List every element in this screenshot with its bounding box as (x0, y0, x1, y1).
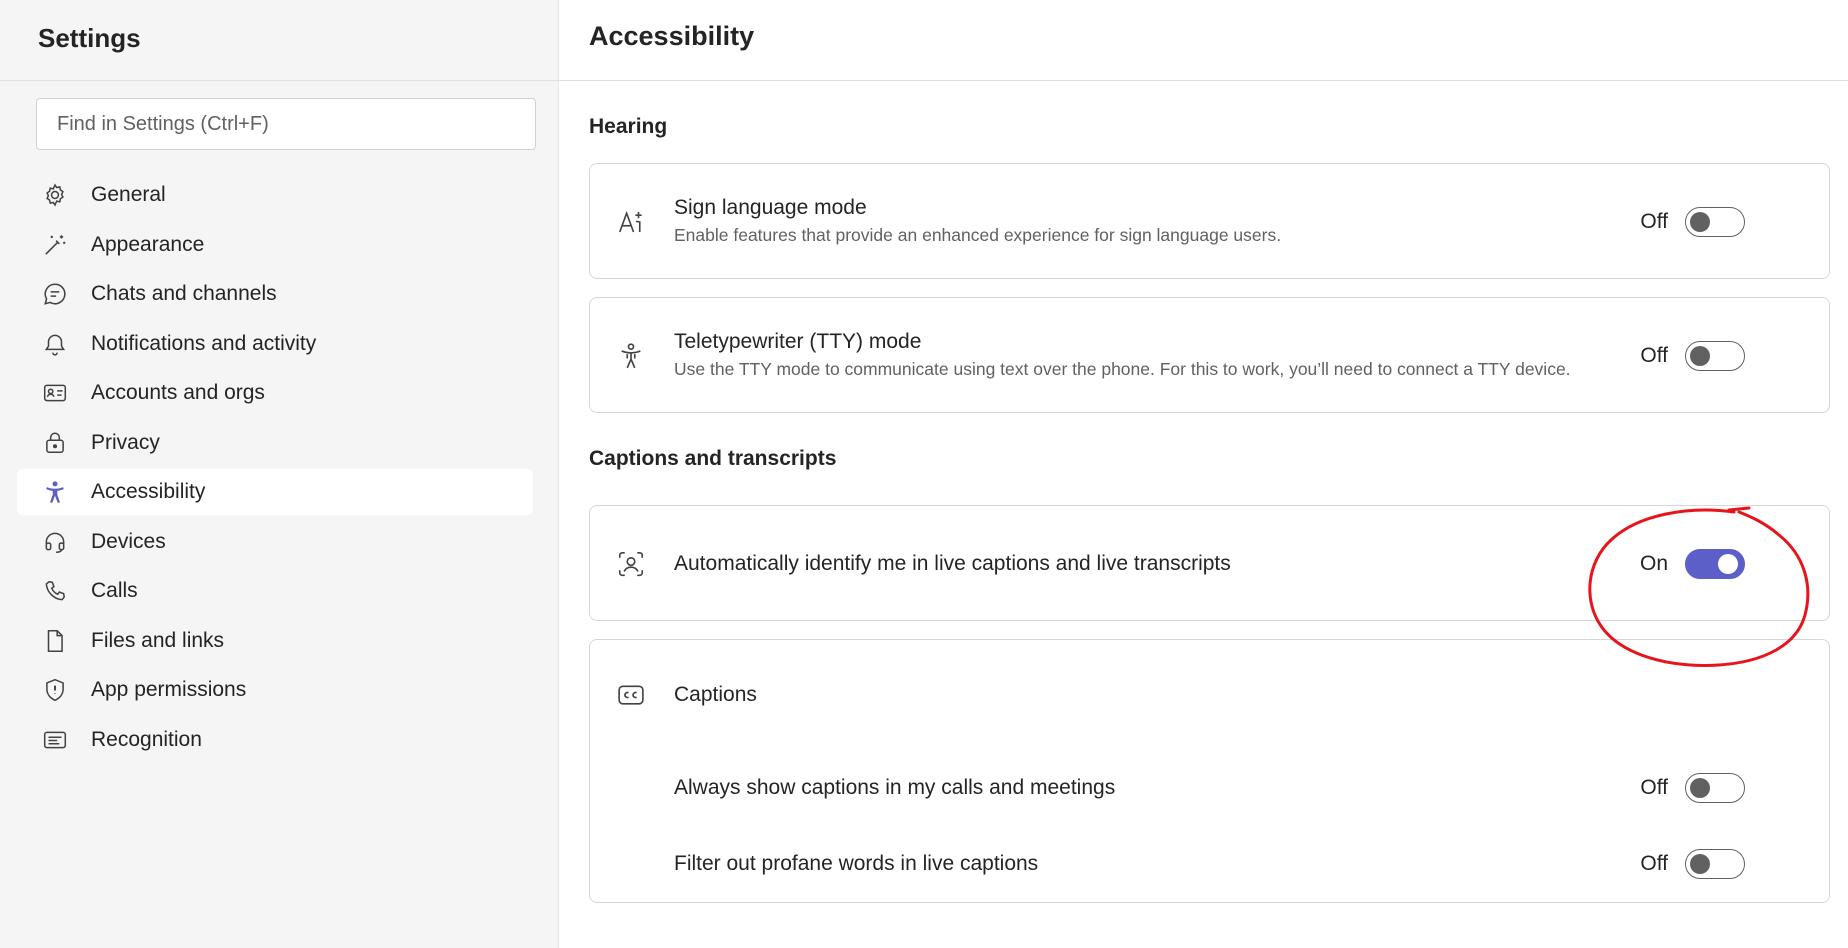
always-show-captions-title: Always show captions in my calls and mee… (674, 776, 1116, 799)
page-title: Accessibility (589, 20, 755, 51)
settings-sidebar: Settings General Appearance (0, 0, 559, 948)
filter-profane-toggle-group: Off (1638, 849, 1745, 879)
sidebar-item-appearance[interactable]: Appearance (17, 222, 533, 268)
toggle-knob (1690, 853, 1710, 874)
filter-profane-text: Filter out profane words in live caption… (674, 852, 1038, 876)
sidebar-item-label: Recognition (91, 727, 202, 751)
tty-mode-row: Teletypewriter (TTY) mode Use the TTY mo… (590, 298, 1829, 414)
search-container (0, 81, 558, 150)
accessibility-icon (42, 479, 68, 505)
sign-language-toggle-group: Off (1638, 207, 1745, 237)
settings-nav: General Appearance Chats and channels No… (0, 172, 558, 763)
auto-identify-title: Automatically identify me in live captio… (674, 552, 1231, 575)
search-input[interactable] (36, 98, 536, 150)
captions-text: Captions (674, 683, 757, 707)
always-show-captions-toggle[interactable] (1685, 773, 1745, 803)
magic-wand-icon (42, 232, 68, 258)
sidebar-item-accessibility[interactable]: Accessibility (17, 469, 533, 515)
sign-language-toggle[interactable] (1685, 207, 1745, 237)
sign-language-icon (616, 207, 646, 237)
always-show-captions-toggle-group: Off (1638, 773, 1745, 803)
closed-captions-icon (616, 680, 646, 710)
sign-language-card: Sign language mode Enable features that … (589, 163, 1830, 279)
tty-mode-title: Teletypewriter (TTY) mode (674, 330, 922, 353)
section-heading-hearing: Hearing (589, 115, 668, 138)
sidebar-item-label: Appearance (91, 232, 205, 256)
text-box-icon (42, 727, 68, 753)
tty-mode-toggle[interactable] (1685, 341, 1745, 371)
toggle-knob (1690, 777, 1710, 798)
captions-title: Captions (674, 683, 757, 706)
sidebar-item-label: App permissions (91, 678, 247, 701)
sidebar-item-recognition[interactable]: Recognition (17, 717, 533, 763)
filter-profane-toggle[interactable] (1685, 849, 1745, 879)
auto-identify-toggle[interactable] (1685, 549, 1745, 579)
shield-icon (42, 677, 68, 703)
tty-mode-description: Use the TTY mode to communicate using te… (674, 359, 1571, 379)
settings-content: Accessibility Hearing Sign language mode… (559, 0, 1848, 948)
document-icon (42, 628, 68, 654)
sign-language-description: Enable features that provide an enhanced… (674, 225, 1282, 245)
main-header: Accessibility (559, 0, 1848, 81)
sidebar-item-label: Calls (91, 579, 138, 602)
sidebar-item-label: Privacy (91, 430, 160, 454)
tty-mode-text: Teletypewriter (TTY) mode Use the TTY mo… (674, 330, 1571, 380)
tty-mode-toggle-group: Off (1638, 341, 1745, 371)
sidebar-item-label: Devices (91, 529, 166, 553)
toggle-state-label: Off (1640, 776, 1668, 799)
sidebar-item-accounts-and-orgs[interactable]: Accounts and orgs (17, 370, 533, 416)
sidebar-header: Settings (0, 0, 558, 81)
filter-profane-title: Filter out profane words in live caption… (674, 852, 1039, 875)
sidebar-item-label: General (91, 183, 166, 206)
sidebar-item-label: Notifications and activity (91, 331, 317, 355)
contact-card-icon (42, 380, 68, 406)
headset-icon (42, 529, 68, 555)
sidebar-item-general[interactable]: General (17, 172, 533, 218)
section-heading-captions-and-transcripts: Captions and transcripts (589, 447, 837, 470)
tty-mode-card: Teletypewriter (TTY) mode Use the TTY mo… (589, 297, 1830, 413)
toggle-state-label: Off (1640, 344, 1668, 367)
sign-language-row: Sign language mode Enable features that … (590, 164, 1829, 280)
captions-header-row: Captions (590, 640, 1829, 750)
sidebar-item-label: Chats and channels (91, 282, 277, 305)
always-show-captions-text: Always show captions in my calls and mee… (674, 776, 1115, 800)
lock-icon (42, 430, 68, 456)
sidebar-item-calls[interactable]: Calls (17, 568, 533, 614)
sidebar-item-label: Files and links (91, 628, 225, 652)
accessibility-person-icon (616, 341, 646, 371)
settings-window: Settings General Appearance (0, 0, 1848, 948)
sign-language-title: Sign language mode (674, 196, 867, 219)
sidebar-item-privacy[interactable]: Privacy (17, 420, 533, 466)
phone-icon (42, 578, 68, 604)
toggle-state-label: On (1639, 552, 1668, 575)
sidebar-item-chats-and-channels[interactable]: Chats and channels (17, 271, 533, 317)
always-show-captions-row: Always show captions in my calls and mee… (590, 750, 1829, 826)
sidebar-item-label: Accessibility (91, 480, 206, 503)
sidebar-item-label: Accounts and orgs (91, 381, 265, 404)
sidebar-item-devices[interactable]: Devices (17, 519, 533, 565)
auto-identify-toggle-group: On (1638, 549, 1745, 579)
filter-profane-row: Filter out profane words in live caption… (590, 826, 1829, 902)
sidebar-item-notifications[interactable]: Notifications and activity (17, 321, 533, 367)
auto-identify-text: Automatically identify me in live captio… (674, 552, 1231, 576)
toggle-knob (1690, 345, 1710, 366)
auto-identify-row: Automatically identify me in live captio… (590, 506, 1829, 622)
sign-language-text: Sign language mode Enable features that … (674, 196, 1281, 246)
bell-icon (42, 331, 68, 357)
toggle-knob (1718, 553, 1738, 574)
sidebar-item-app-permissions[interactable]: App permissions (17, 667, 533, 713)
sidebar-title: Settings (38, 22, 141, 53)
person-scan-icon (616, 549, 646, 579)
auto-identify-card: Automatically identify me in live captio… (589, 505, 1830, 621)
toggle-state-label: Off (1640, 210, 1668, 233)
toggle-knob (1690, 211, 1710, 232)
gear-icon (42, 182, 68, 208)
captions-card: Captions Always show captions in my call… (589, 639, 1830, 903)
chat-bubble-icon (42, 281, 68, 307)
sidebar-item-files-and-links[interactable]: Files and links (17, 618, 533, 664)
toggle-state-label: Off (1640, 852, 1668, 875)
